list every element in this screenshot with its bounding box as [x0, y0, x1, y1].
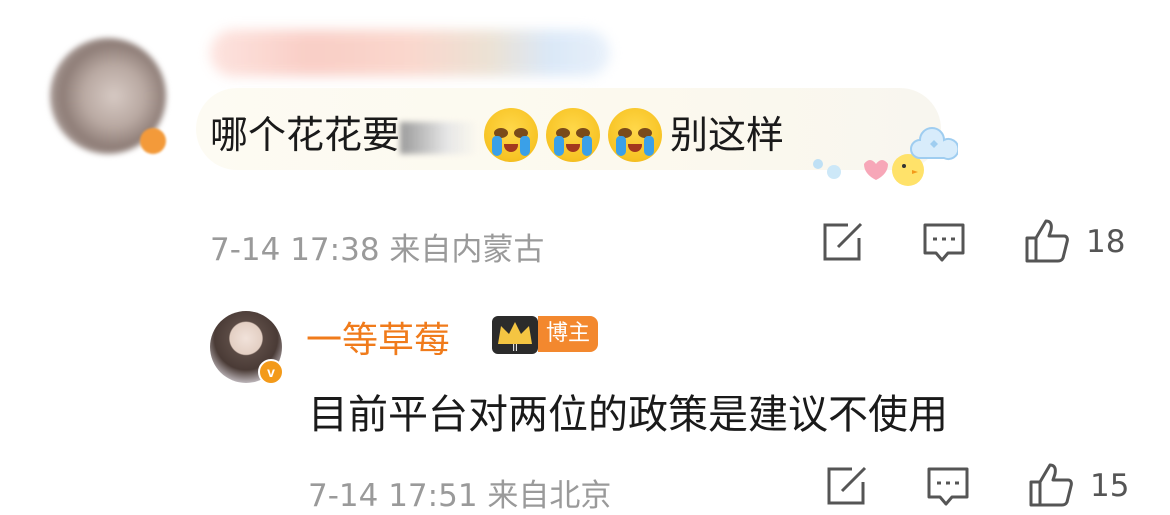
- blogger-badge: 博主: [538, 316, 599, 352]
- comment-1-text-after: 别这样: [670, 113, 785, 157]
- comment-2-time: 7-14 17:51: [308, 478, 478, 514]
- bubble-decoration-icon: [813, 127, 958, 186]
- commenter-1-name-blurred[interactable]: [210, 30, 610, 76]
- crying-emoji: [608, 108, 663, 162]
- comment-2-location: 来自北京: [487, 478, 612, 514]
- comment-1-meta: 7-14 17:38 来自内蒙古: [210, 224, 544, 269]
- like-icon[interactable]: [1028, 462, 1074, 508]
- comment-1-text: 哪个花花要 别这样: [210, 108, 784, 162]
- comment-2-meta: 7-14 17:51 来自北京: [308, 470, 611, 515]
- comment-1-like-count: 18: [1086, 224, 1126, 260]
- comment-1-text-before: 哪个花花要: [210, 113, 401, 157]
- commenter-1-badge: [140, 128, 166, 154]
- crying-emoji: [546, 108, 601, 162]
- svg-text:II: II: [512, 343, 518, 354]
- comment-icon[interactable]: [922, 222, 966, 264]
- crying-emoji: [484, 108, 539, 162]
- comment-2-like-count: 15: [1090, 468, 1130, 504]
- like-icon[interactable]: [1024, 218, 1070, 264]
- comment-2-text: 目前平台对两位的政策是建议不使用: [308, 392, 948, 438]
- comment-1-location: 来自内蒙古: [389, 232, 545, 268]
- verified-badge-icon: v: [258, 359, 284, 385]
- comment-1-time: 7-14 17:38: [210, 232, 380, 268]
- comment-1-redacted: [400, 122, 479, 154]
- crown-icon: II: [492, 316, 538, 354]
- commenter-2-username[interactable]: 一等草莓: [306, 311, 450, 363]
- share-icon[interactable]: [826, 466, 868, 506]
- share-icon[interactable]: [822, 222, 864, 262]
- comment-icon[interactable]: [926, 466, 970, 508]
